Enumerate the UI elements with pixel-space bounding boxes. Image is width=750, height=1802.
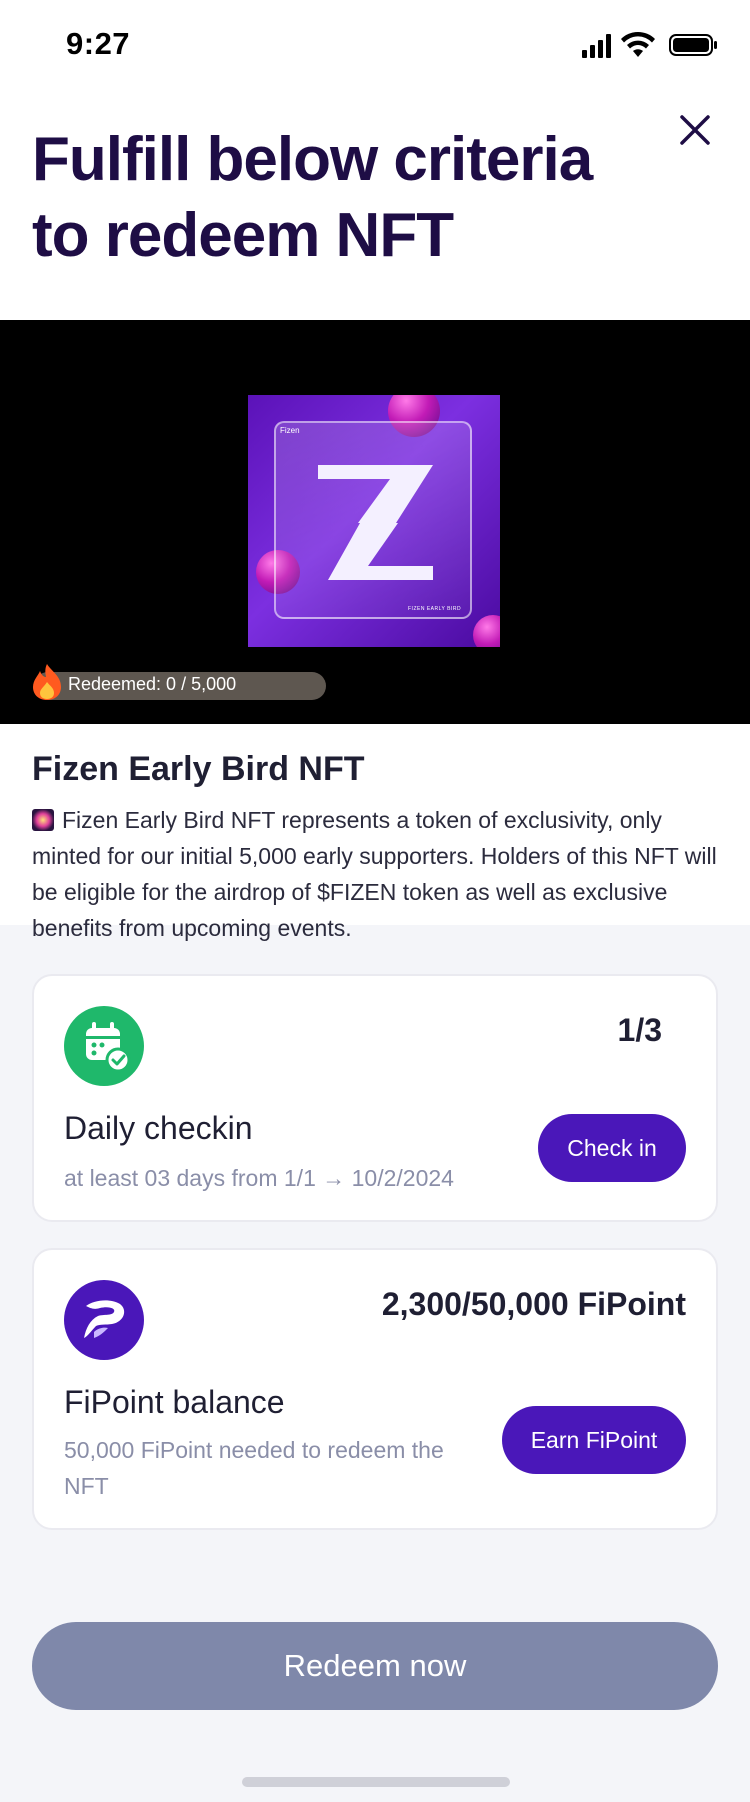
nft-description: Fizen Early Bird NFT represents a token … (32, 802, 722, 946)
fipoint-subtitle: 50,000 FiPoint needed to redeem the NFT (64, 1437, 444, 1499)
fipoint-logo-icon (64, 1280, 144, 1360)
checkin-title: Daily checkin (64, 1110, 253, 1146)
nft-description-text: Fizen Early Bird NFT represents a token … (32, 807, 717, 941)
sparkle-icon (32, 809, 54, 831)
redeem-now-button[interactable]: Redeem now (32, 1622, 718, 1710)
nft-orb (473, 615, 500, 647)
fire-icon (33, 664, 61, 700)
check-in-button[interactable]: Check in (538, 1114, 686, 1182)
earn-fipoint-button[interactable]: Earn FiPoint (502, 1406, 686, 1474)
fizen-z-logo-icon (318, 465, 433, 580)
wifi-icon (621, 31, 655, 57)
status-icons (582, 31, 717, 58)
home-indicator (242, 1777, 510, 1787)
checkin-subtitle: at least 03 days from 1/1 → 10/2/2024 (64, 1165, 454, 1191)
criteria-card-daily-checkin: 1/3 Daily checkin at least 03 days from … (32, 974, 718, 1222)
nft-brand-label: Fizen (280, 426, 300, 435)
nft-footer-label: FIZEN EARLY BIRD (408, 606, 462, 612)
close-icon[interactable] (670, 105, 720, 155)
status-bar: 9:27 (0, 0, 750, 92)
redeemed-count: Redeemed: 0 / 5,000 (68, 674, 237, 694)
criteria-card-fipoint-balance: 2,300/50,000 FiPoint FiPoint balance 50,… (32, 1248, 718, 1530)
fipoint-title: FiPoint balance (64, 1384, 285, 1420)
signal-icon (582, 34, 611, 58)
checkin-progress: 1/3 (617, 1012, 662, 1048)
status-time: 9:27 (66, 26, 131, 61)
nft-media: Fizen FIZEN EARLY BIRD Redeemed: 0 / 5,0… (0, 320, 750, 724)
nft-image: Fizen FIZEN EARLY BIRD (248, 395, 500, 647)
page-title: Fulfill below criteria to redeem NFT (32, 125, 593, 270)
battery-icon (669, 34, 717, 56)
fipoint-progress: 2,300/50,000 FiPoint (381, 1286, 686, 1322)
nft-name: Fizen Early Bird NFT (32, 750, 365, 788)
calendar-check-icon (64, 1006, 144, 1086)
